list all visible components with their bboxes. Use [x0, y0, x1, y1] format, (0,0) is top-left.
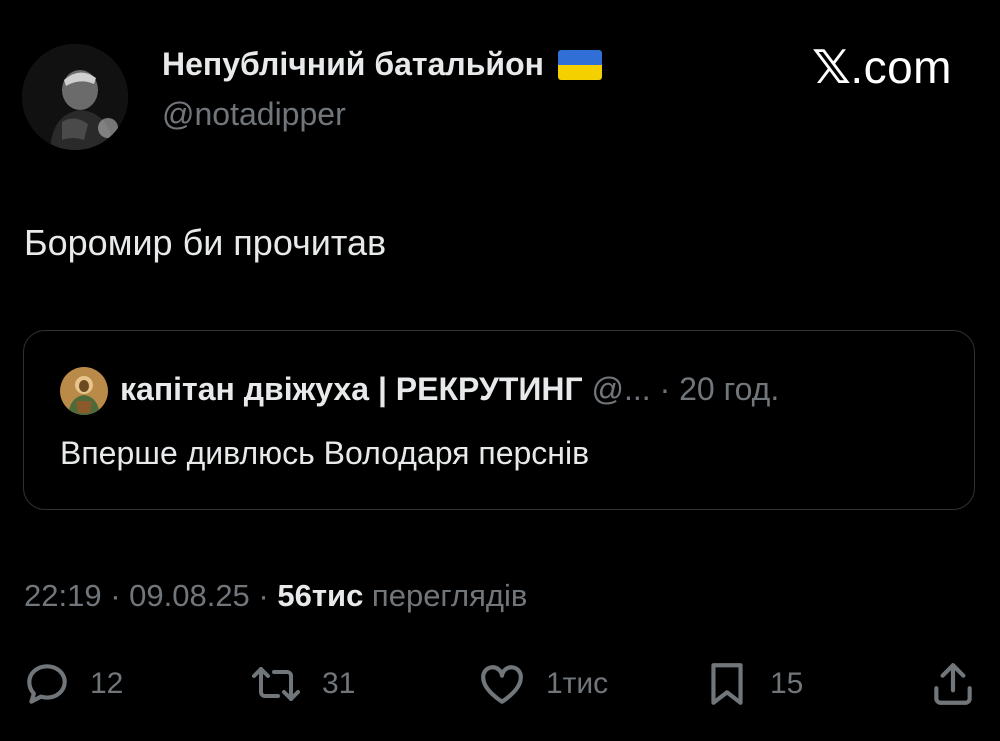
reply-icon: [27, 664, 67, 704]
x-logo-icon: 𝕏: [811, 41, 852, 93]
quote-handle-time: @... · 20 год.: [582, 371, 780, 407]
bookmark-count: 15: [770, 667, 804, 700]
like-button[interactable]: 1тис: [476, 654, 608, 714]
repost-button[interactable]: 31: [248, 654, 355, 714]
like-count: 1тис: [546, 667, 609, 700]
views-label: переглядів: [363, 578, 528, 613]
quote-text: Вперше дивлюсь Володаря перснів: [60, 435, 590, 471]
author-avatar[interactable]: [22, 44, 128, 150]
heart-icon: [481, 665, 523, 704]
author-name-text: Непублічний батальйон: [162, 46, 544, 82]
reply-button[interactable]: 12: [22, 654, 123, 714]
bookmark-icon: [711, 663, 743, 705]
tweet-timestamp[interactable]: 22:19 · 09.08.25 ·: [24, 578, 277, 613]
quote-author-avatar[interactable]: [60, 367, 108, 415]
author-handle[interactable]: @notadipper: [162, 96, 346, 133]
brand-label: .com: [850, 41, 952, 93]
tweet-meta: 22:19 · 09.08.25 · 56тис переглядів: [24, 578, 527, 614]
views-count: 56тис: [277, 578, 364, 613]
quote-header: капітан двіжуха | РЕКРУТИНГ @... · 20 го…: [120, 371, 779, 408]
bookmark-button[interactable]: 15: [702, 654, 803, 714]
action-bar: 12 31 1тис 15: [0, 654, 1000, 714]
share-button[interactable]: [928, 654, 978, 714]
tweet-text: Боромир би прочитав: [24, 222, 387, 263]
quoted-tweet[interactable]: капітан двіжуха | РЕКРУТИНГ @... · 20 го…: [23, 330, 975, 510]
brand-watermark: 𝕏.com: [811, 40, 952, 94]
repost-count: 31: [322, 667, 356, 700]
repost-icon: [252, 667, 300, 701]
author-display-name[interactable]: Непублічний батальйон: [162, 46, 602, 83]
share-icon: [934, 663, 972, 705]
quote-author-name[interactable]: капітан двіжуха | РЕКРУТИНГ: [120, 371, 583, 407]
reply-count: 12: [90, 667, 124, 700]
ukraine-flag-icon: [557, 49, 602, 80]
